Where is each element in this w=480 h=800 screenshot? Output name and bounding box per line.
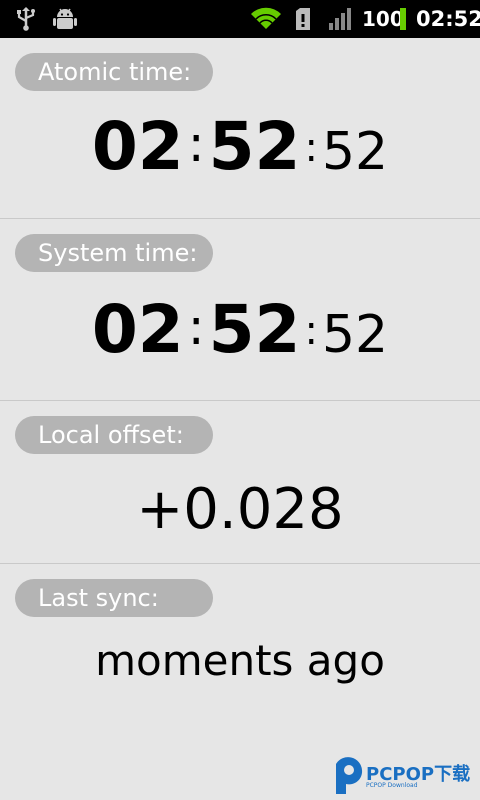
atomic-colon-1: : (187, 115, 205, 173)
signal-icon (328, 0, 356, 38)
system-time-label: System time: (15, 234, 213, 272)
status-clock: 02:52 (416, 7, 480, 31)
local-offset-section: Local offset: +0.028 (0, 401, 480, 564)
system-seconds: 52 (321, 305, 389, 365)
atomic-hours: 02 (91, 108, 184, 185)
system-minutes: 52 (208, 291, 301, 368)
local-offset-label: Local offset: (15, 416, 213, 454)
watermark: PCPOP下载 PCPOP Download (332, 752, 480, 796)
last-sync-label: Last sync: (15, 579, 213, 617)
atomic-time-section: Atomic time: 02:52:52 (0, 38, 480, 219)
atomic-minutes: 52 (208, 108, 301, 185)
status-bar: 100 02:52 (0, 0, 480, 38)
wifi-icon (250, 0, 282, 38)
atomic-seconds: 52 (321, 122, 389, 182)
last-sync-value: moments ago (95, 636, 385, 685)
atomic-colon-2: : (304, 125, 318, 171)
usb-icon (14, 0, 38, 38)
atomic-time-display: 02:52:52 (0, 108, 480, 185)
system-hours: 02 (91, 291, 184, 368)
battery-icon (400, 8, 406, 30)
battery-level: 100 (362, 7, 404, 31)
system-colon-2: : (304, 308, 318, 354)
pcpop-logo-icon (336, 757, 363, 794)
local-offset-value: +0.028 (136, 477, 344, 542)
atomic-time-label: Atomic time: (15, 53, 213, 91)
system-time-display: 02:52:52 (0, 291, 480, 368)
system-time-section: System time: 02:52:52 (0, 219, 480, 401)
system-colon-1: : (187, 298, 205, 356)
watermark-subtext: PCPOP Download (366, 782, 418, 789)
main-content: Atomic time: 02:52:52 System time: 02:52… (0, 38, 480, 800)
android-debug-icon (52, 0, 78, 38)
sd-card-icon (294, 0, 312, 38)
